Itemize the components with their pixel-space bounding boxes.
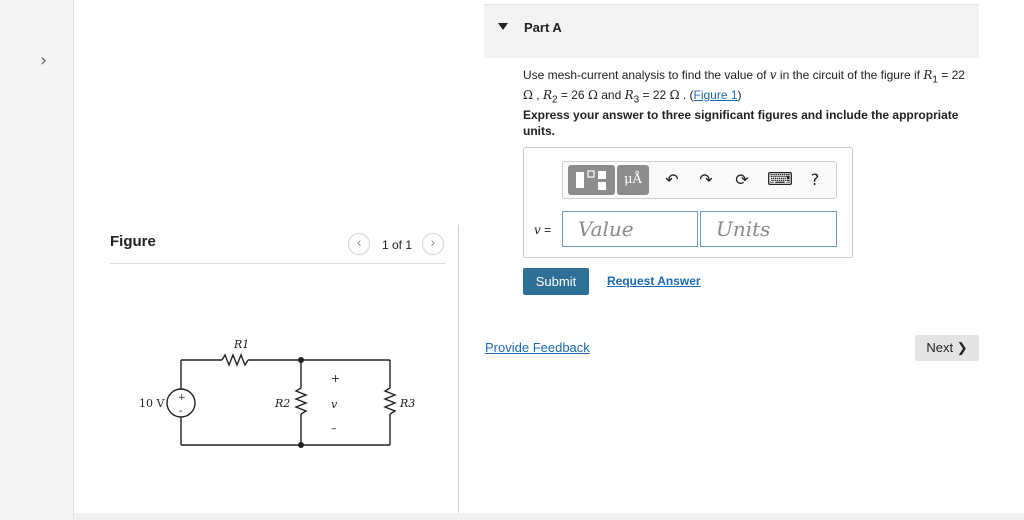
node-top bbox=[298, 357, 304, 363]
r2-symbol: R bbox=[542, 87, 553, 102]
template-button[interactable] bbox=[568, 165, 615, 195]
part-title: Part A bbox=[524, 20, 562, 35]
circuit-diagram: 10 V + - R1 R2 R3 + v – bbox=[139, 338, 415, 448]
reset-icon[interactable]: ⟳ bbox=[730, 165, 754, 195]
units-input[interactable]: Units bbox=[700, 211, 837, 247]
figure-next-button[interactable]: › bbox=[422, 233, 444, 255]
ohm-unit: Ω bbox=[587, 87, 598, 102]
r1-resistor bbox=[221, 353, 249, 367]
instructions: Express your answer to three significant… bbox=[523, 108, 959, 138]
units-button[interactable]: μÅ bbox=[617, 165, 649, 195]
ohm-unit: Ω bbox=[669, 87, 680, 102]
redo-icon[interactable]: ↷ bbox=[694, 165, 718, 195]
question-intro: Use mesh-current analysis to find the va… bbox=[523, 68, 770, 82]
provide-feedback-link[interactable]: Provide Feedback bbox=[485, 340, 590, 355]
bottom-strip bbox=[74, 513, 1024, 520]
sep: , bbox=[532, 87, 543, 102]
v-minus: – bbox=[331, 422, 337, 435]
figure-divider bbox=[110, 263, 446, 264]
sep: . ( bbox=[679, 87, 694, 102]
r1-value: = 22 bbox=[937, 68, 965, 82]
question-mid: in the circuit of the figure if bbox=[776, 68, 924, 82]
panel-divider bbox=[458, 225, 459, 520]
r3-resistor bbox=[383, 387, 397, 415]
undo-icon[interactable]: ↶ bbox=[660, 165, 684, 195]
chevron-left-icon: ‹ bbox=[356, 236, 362, 251]
help-icon[interactable]: ? bbox=[803, 165, 827, 195]
r2-value: = 26 bbox=[557, 87, 588, 102]
next-button[interactable]: Next ❯ bbox=[915, 335, 979, 361]
source-minus: - bbox=[179, 406, 182, 417]
ohm-unit: Ω bbox=[523, 87, 533, 102]
r1-label: R1 bbox=[233, 338, 249, 351]
answer-eq: = bbox=[540, 223, 552, 237]
request-answer-link[interactable]: Request Answer bbox=[607, 274, 701, 288]
value-input[interactable]: Value bbox=[562, 211, 698, 247]
r3-label: R3 bbox=[399, 397, 415, 410]
v-plus: + bbox=[331, 372, 340, 385]
question-text: Use mesh-current analysis to find the va… bbox=[523, 68, 973, 108]
node-bottom bbox=[298, 442, 304, 448]
answer-variable-label: v = bbox=[534, 223, 551, 237]
r2-label: R2 bbox=[274, 397, 290, 410]
answer-var: v bbox=[534, 223, 541, 237]
figure-counter: 1 of 1 bbox=[382, 238, 413, 252]
figure-link[interactable]: Figure 1 bbox=[694, 88, 738, 102]
math-toolbar: μÅ ↶ ↷ ⟳ ⌨ ? bbox=[562, 161, 837, 199]
source-label: 10 V bbox=[139, 397, 165, 410]
answer-box: μÅ ↶ ↷ ⟳ ⌨ ? v = Value Units bbox=[523, 147, 853, 258]
keyboard-icon[interactable]: ⌨ bbox=[767, 165, 793, 195]
part-header[interactable]: Part A bbox=[484, 4, 979, 58]
r2-resistor bbox=[294, 387, 308, 415]
submit-button[interactable]: Submit bbox=[523, 268, 589, 295]
template-icon bbox=[576, 170, 606, 190]
sep: and bbox=[597, 87, 625, 102]
chevron-right-icon[interactable]: › bbox=[40, 50, 47, 71]
figure-prev-button[interactable]: ‹ bbox=[348, 233, 370, 255]
var-v: v bbox=[769, 68, 777, 82]
collapse-caret-icon[interactable] bbox=[498, 23, 508, 30]
r3-value: = 22 bbox=[639, 87, 670, 102]
v-label: v bbox=[331, 398, 338, 411]
figure-title: Figure bbox=[110, 233, 156, 250]
r3-symbol: R bbox=[624, 87, 634, 102]
close-paren: ) bbox=[737, 87, 742, 102]
chevron-right-icon: › bbox=[430, 236, 436, 251]
source-plus: + bbox=[178, 393, 186, 403]
left-rail: › bbox=[0, 0, 74, 520]
